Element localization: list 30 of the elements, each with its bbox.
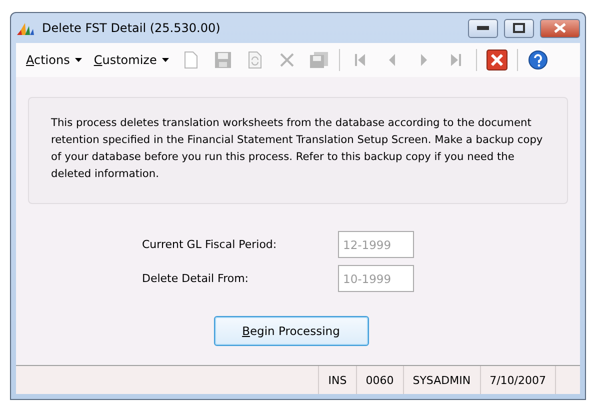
caret-icon	[74, 58, 82, 62]
save-icon	[214, 51, 232, 69]
field-label: Delete Detail From:	[142, 272, 250, 285]
document-icon	[184, 51, 198, 69]
field-label: Current GL Fiscal Period:	[142, 238, 278, 251]
last-record-icon	[450, 53, 462, 67]
status-cell: 0060	[356, 366, 403, 394]
menu-button[interactable]: Actions	[22, 53, 86, 67]
previous-icon	[388, 53, 396, 67]
status-cell: SYSADMIN	[402, 366, 480, 394]
close-icon	[486, 49, 508, 71]
window-title: Delete FST Detail (25.530.00)	[42, 21, 222, 35]
maximize-button[interactable]	[504, 18, 534, 38]
caret-icon	[162, 58, 169, 62]
begin-processing-button[interactable]: Begin Processing	[214, 316, 368, 346]
status-cell: INS	[318, 366, 356, 394]
next-icon	[420, 53, 428, 67]
status-cell: 7/10/2007	[480, 366, 555, 394]
close-button[interactable]	[540, 18, 580, 38]
first-record-icon	[354, 53, 366, 67]
minimize-icon	[477, 26, 489, 30]
delete-icon	[278, 52, 295, 68]
minimize-button[interactable]	[468, 18, 498, 38]
close-icon	[554, 23, 566, 33]
document-arrows-icon	[248, 51, 262, 69]
maximize-icon	[513, 23, 525, 33]
menu-button[interactable]: Customize	[90, 53, 173, 67]
disk-stack-icon	[308, 51, 329, 69]
help-icon	[528, 50, 548, 70]
info-message: This process deletes translation worksheets from the database according to the document retention specified in the Financial Statement Translation Setup Screen. Make a backup copy of your database before you run this process. Refer to this backup copy if you need the deleted information.	[28, 97, 568, 204]
